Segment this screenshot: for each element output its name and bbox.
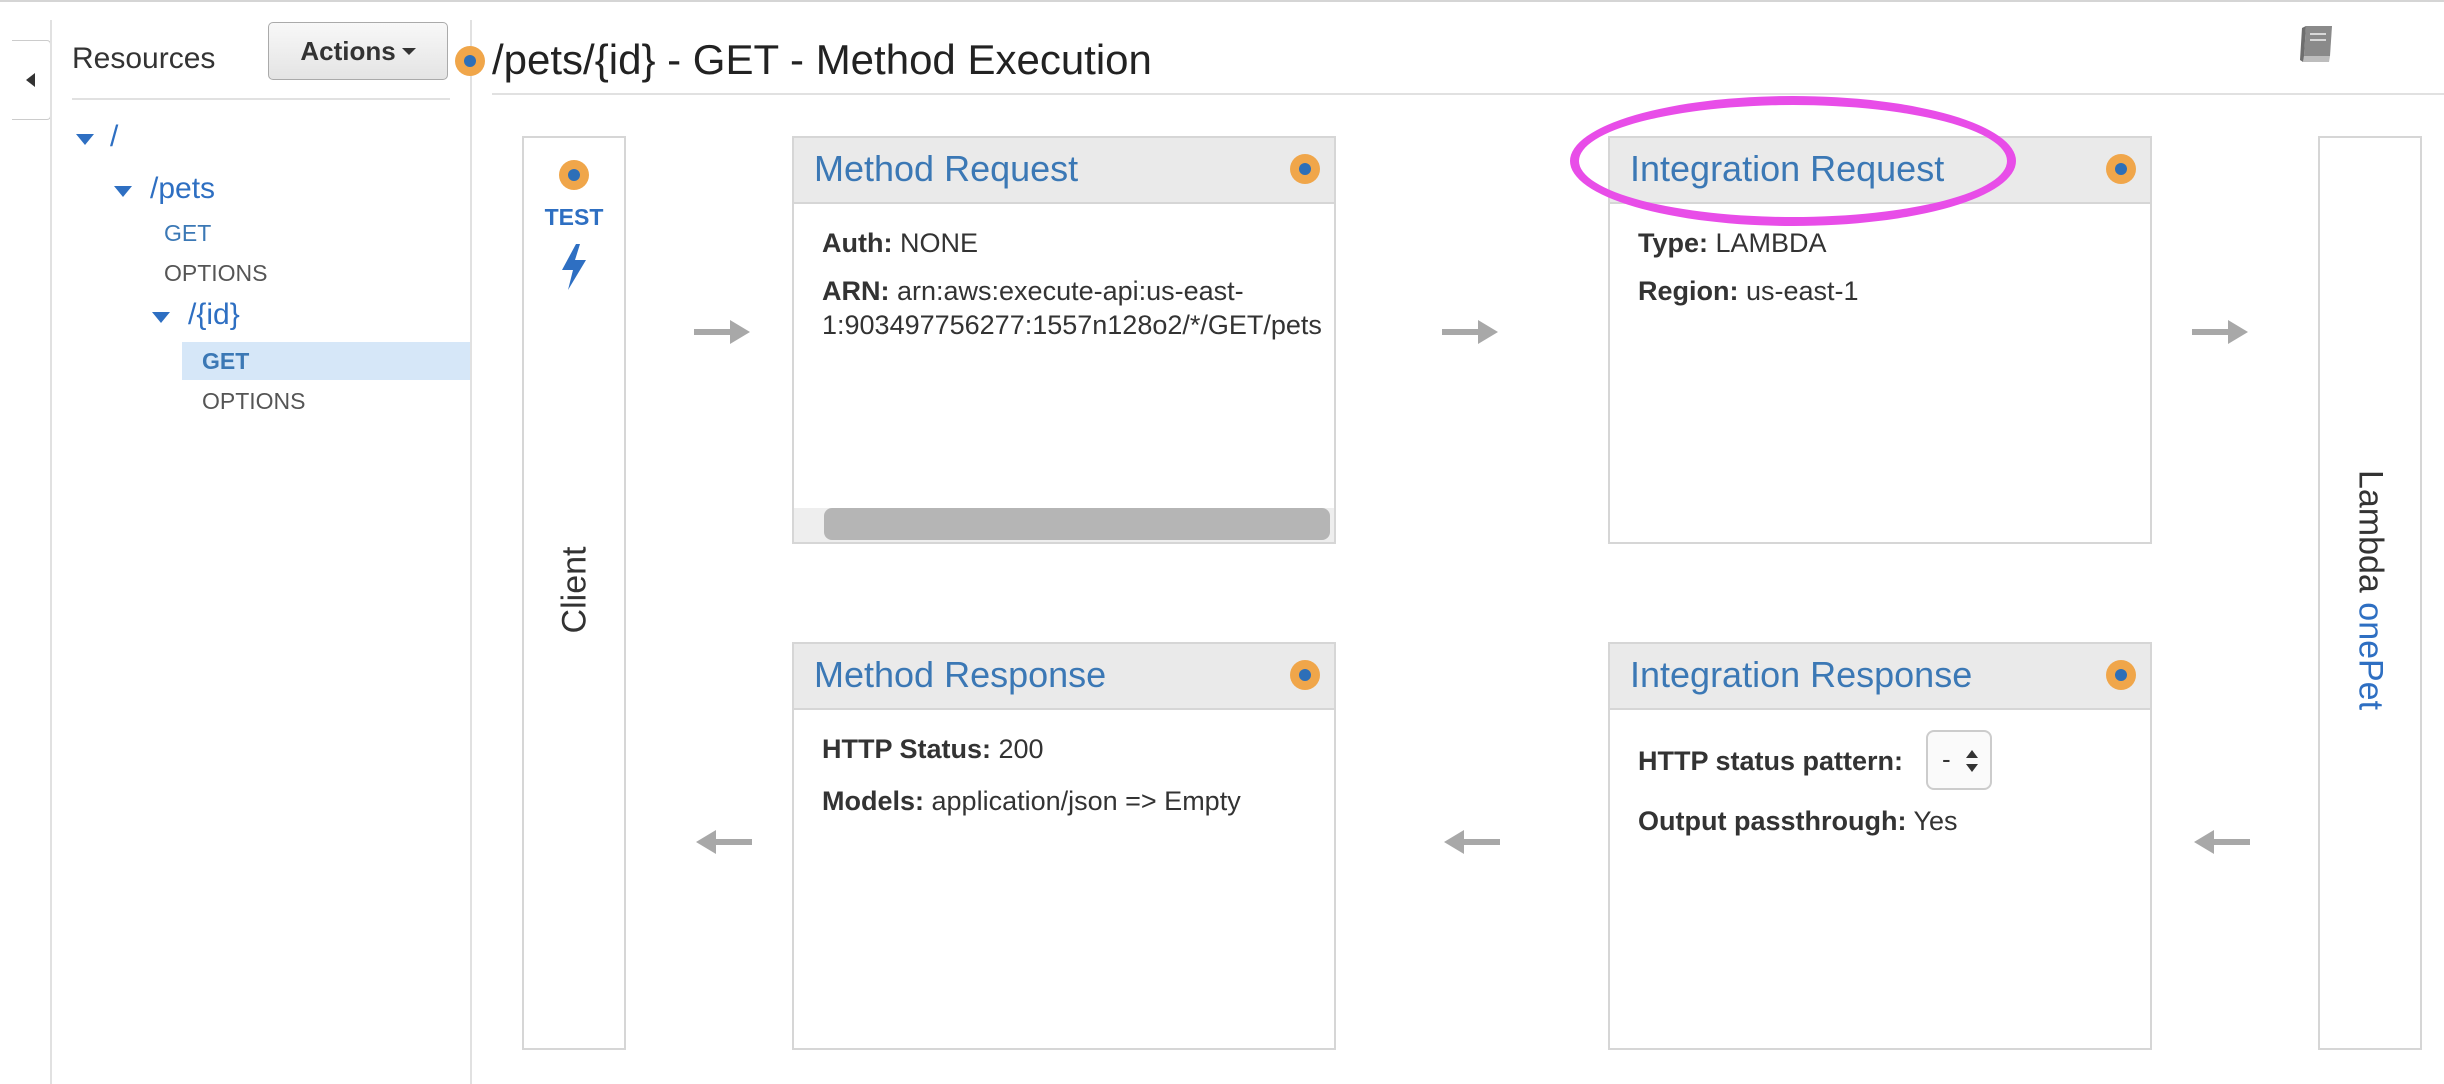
method-response-box: Method Response HTTP Status: 200 Models:… [792,642,1336,1050]
status-pattern-value: - [1942,744,1951,774]
client-label: Client [555,546,594,634]
page-title: /pets/{id} - GET - Method Execution [492,36,1152,83]
lambda-label: Lambda onePet [2351,470,2390,710]
actions-button[interactable]: Actions [268,22,448,80]
status-dot-icon [559,160,589,190]
models-line: Models: application/json => Empty [822,786,1241,816]
tree-item-root[interactable]: / [110,120,118,154]
highlight-annotation [1570,96,2016,226]
integration-response-link[interactable]: Integration Response [1630,654,1972,696]
box-header: Method Response [794,644,1334,710]
status-dot-icon [1290,154,1320,184]
arrow-left-icon [696,830,752,854]
status-pattern-line: HTTP status pattern: [1638,746,1904,776]
status-dot-icon [1290,660,1320,690]
tree-item-id[interactable]: /{id} [188,298,240,332]
passthrough-line: Output passthrough: Yes [1638,806,1958,836]
select-arrows-icon [1966,750,1978,758]
arrow-left-icon [2194,830,2250,854]
method-request-box: Method Request Auth: NONE ARN: arn:aws:e… [792,136,1336,544]
collapse-sidebar-tab[interactable] [12,40,51,120]
top-border [0,0,2444,2]
arrow-left-icon [1444,830,1500,854]
lambda-prefix: Lambda [2351,469,2390,603]
tree-method-get-selected[interactable]: GET [202,348,249,375]
integration-response-box: Integration Response HTTP status pattern… [1608,642,2152,1050]
auth-line: Auth: NONE [822,228,978,258]
method-request-link[interactable]: Method Request [814,148,1078,190]
arn-line: ARN: arn:aws:execute-api:us-east- [822,276,1244,306]
type-line: Type: LAMBDA [1638,228,1827,258]
tree-method-options[interactable]: OPTIONS [202,388,306,415]
box-header: Method Request [794,138,1334,204]
tree-method-options[interactable]: OPTIONS [164,260,268,287]
book-icon[interactable] [2296,22,2338,66]
lambda-function-link[interactable]: onePet [2352,602,2390,710]
divider [72,98,450,100]
tree-item-pets[interactable]: /pets [150,172,215,206]
test-button[interactable]: TEST [542,204,606,231]
select-arrows-icon [1966,764,1978,772]
horizontal-scrollbar[interactable] [794,508,1334,542]
arrow-right-icon [2192,320,2248,344]
arrow-right-icon [694,320,750,344]
region-line: Region: us-east-1 [1638,276,1859,306]
status-pattern-select[interactable]: - [1926,730,1992,790]
box-header: Integration Response [1610,644,2150,710]
arn-line-continued: 1:903497756277:1557n128o2/*/GET/pets [822,310,1322,340]
expand-caret-icon[interactable] [114,186,132,197]
divider [470,20,472,1084]
scrollbar-thumb[interactable] [824,508,1330,540]
caret-left-icon [26,73,35,87]
divider [492,93,2444,95]
status-dot-icon [455,46,485,76]
expand-caret-icon[interactable] [152,312,170,323]
http-status-line: HTTP Status: 200 [822,734,1044,764]
arrow-right-icon [1442,320,1498,344]
tree-method-get[interactable]: GET [164,220,211,247]
status-dot-icon [2106,154,2136,184]
caret-down-icon [401,47,416,55]
expand-caret-icon[interactable] [76,134,94,145]
actions-button-label: Actions [300,35,396,66]
lightning-icon[interactable] [556,242,592,292]
divider [50,20,52,1084]
method-response-link[interactable]: Method Response [814,654,1106,696]
status-dot-icon [2106,660,2136,690]
resources-title: Resources [72,42,216,75]
